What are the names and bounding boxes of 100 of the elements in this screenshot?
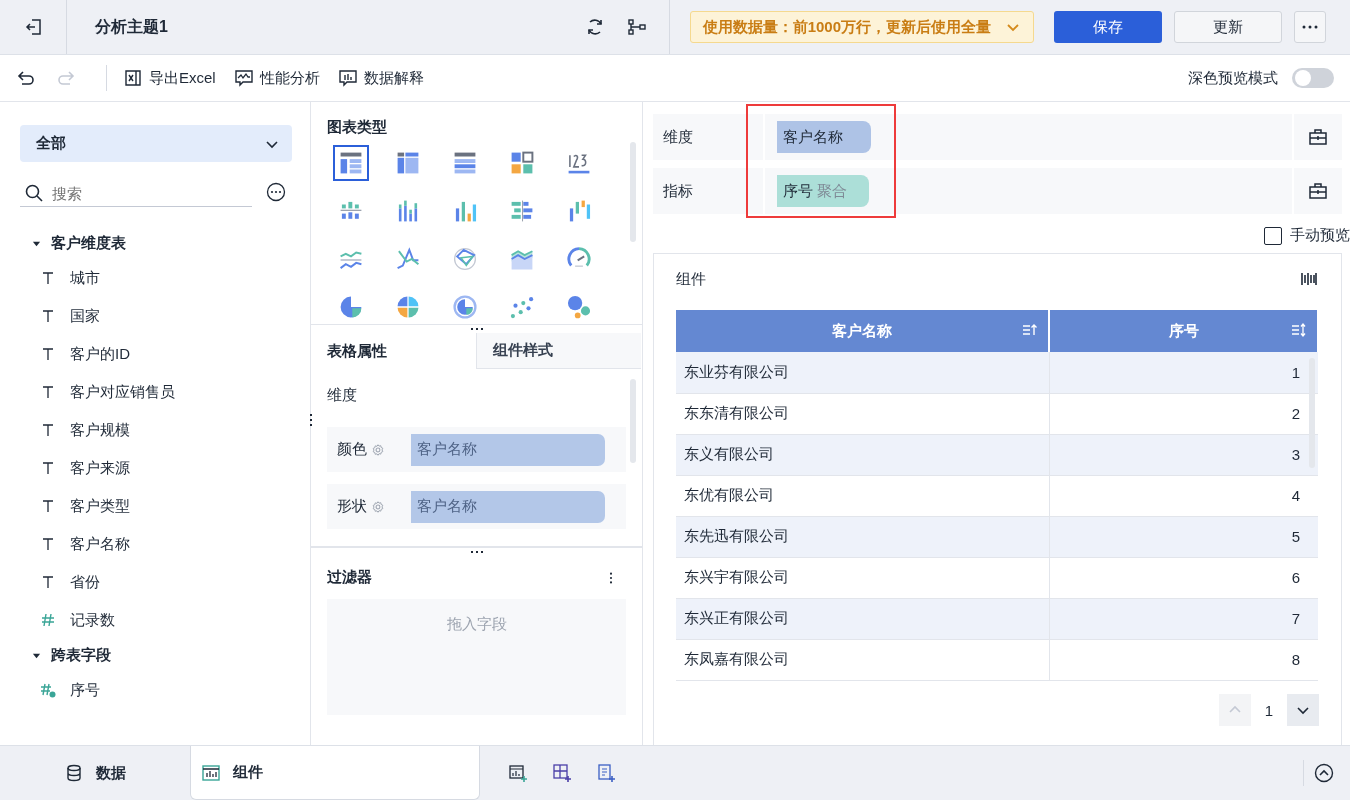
shelf-label: 指标 (663, 181, 694, 201)
add-chart-icon[interactable] (508, 763, 528, 783)
chart-type-heading: 图表类型 (327, 118, 388, 137)
table-cell: 东业芬有限公司 (676, 352, 1049, 393)
resize-handle[interactable] (310, 414, 312, 426)
table-cell: 5 (1049, 516, 1318, 557)
collapse-icon[interactable] (1314, 763, 1334, 783)
page-number: 1 (1264, 701, 1273, 719)
table-cell: 东兴宇有限公司 (676, 557, 1049, 598)
sort-icon[interactable] (1022, 322, 1038, 338)
field-item[interactable]: 客户来源 (20, 449, 310, 487)
table-cell: 3 (1049, 434, 1318, 475)
data-tab[interactable]: 数据 (0, 746, 190, 800)
data-explain-button[interactable]: 数据解释 (337, 68, 424, 88)
table-cell: 东凤嘉有限公司 (676, 639, 1049, 680)
ellipsis-icon (1302, 25, 1318, 29)
excel-icon (123, 68, 143, 88)
shelf-label: 维度 (663, 127, 694, 147)
table-cell: 东优有限公司 (676, 475, 1049, 516)
property-label: 颜色 (337, 440, 367, 459)
chart-type-icon (452, 150, 478, 176)
component-title: 组件 (676, 269, 706, 289)
field-item[interactable]: 客户名称 (20, 525, 310, 563)
update-button[interactable]: 更新 (1174, 11, 1282, 43)
number-type-icon (40, 612, 56, 628)
manual-preview-checkbox[interactable]: 手动预览 (1264, 226, 1350, 245)
chart-type-icon (338, 150, 364, 176)
sort-icon[interactable] (1291, 322, 1307, 338)
table-cell: 6 (1049, 557, 1318, 598)
property-label: 形状 (337, 497, 367, 516)
text-type-icon (40, 308, 56, 324)
chart-type-icon (509, 150, 535, 176)
more-button[interactable] (1294, 11, 1326, 43)
text-type-icon (40, 498, 56, 514)
calculated-field-icon (40, 682, 56, 698)
text-type-icon (40, 460, 56, 476)
bar-chart-icon (337, 68, 358, 88)
table-dropdown[interactable]: 全部 (20, 125, 292, 162)
settings-icon[interactable] (371, 442, 385, 457)
table-group[interactable]: 客户维度表 (20, 227, 310, 259)
briefcase-icon[interactable] (1308, 127, 1328, 147)
export-excel-button[interactable]: 导出Excel (123, 68, 216, 88)
text-type-icon (40, 346, 56, 362)
analysis-title: 分析主题1 (95, 16, 168, 37)
briefcase-icon[interactable] (1308, 181, 1328, 201)
resize-handle[interactable] (311, 547, 642, 556)
chart-type-icon (452, 246, 478, 272)
field-drop-slot[interactable]: 客户名称 (411, 490, 605, 523)
chart-type-icon (338, 294, 364, 320)
dark-preview-label: 深色预览模式 (1188, 68, 1278, 88)
field-item[interactable]: 客户规模 (20, 411, 310, 449)
more-icon[interactable] (266, 181, 286, 202)
table-cell: 东先迅有限公司 (676, 516, 1049, 557)
field-drop-slot[interactable]: 客户名称 (411, 433, 605, 466)
search-icon[interactable] (24, 183, 44, 203)
field-item[interactable]: 城市 (20, 259, 310, 297)
chart-type-icon (395, 246, 421, 272)
table-cell: 东兴正有限公司 (676, 598, 1049, 639)
field-item[interactable]: 省份 (20, 563, 310, 601)
field-item[interactable]: 国家 (20, 297, 310, 335)
line-chart-icon (233, 68, 254, 88)
table-cell: 1 (1049, 352, 1318, 393)
field-item[interactable]: 序号 (20, 671, 310, 709)
table-cell: 7 (1049, 598, 1318, 639)
lineage-icon[interactable] (626, 17, 647, 37)
text-type-icon (40, 536, 56, 552)
table-group[interactable]: 跨表字段 (20, 639, 310, 671)
text-type-icon (40, 574, 56, 590)
performance-analysis-button[interactable]: 性能分析 (233, 68, 320, 88)
text-type-icon (40, 422, 56, 438)
save-button[interactable]: 保存 (1054, 11, 1162, 43)
filter-heading: 过滤器 (327, 568, 372, 587)
next-page-button[interactable] (1287, 694, 1319, 726)
settings-icon[interactable] (371, 499, 385, 514)
search-field[interactable]: 搜索 (52, 180, 232, 206)
text-type-icon (40, 384, 56, 400)
table-cell: 4 (1049, 475, 1318, 516)
property-tab[interactable]: 组件样式 (476, 333, 641, 369)
column-header[interactable]: 序号 (1049, 310, 1318, 352)
chart-type-option[interactable] (333, 145, 369, 181)
field-item[interactable]: 客户类型 (20, 487, 310, 525)
field-item[interactable]: 客户的ID (20, 335, 310, 373)
chart-type-icon (395, 150, 421, 176)
field-item[interactable]: 记录数 (20, 601, 310, 639)
bar-chart-icon (201, 762, 221, 783)
exit-icon[interactable] (24, 17, 44, 37)
dark-preview-toggle[interactable] (1292, 68, 1334, 88)
field-pill[interactable]: 序号 聚合 (777, 175, 870, 207)
more-icon[interactable] (608, 570, 614, 585)
field-pill[interactable]: 客户名称 (777, 121, 871, 153)
table-cell: 8 (1049, 639, 1318, 680)
column-header[interactable]: 客户名称 (676, 310, 1049, 352)
add-text-icon[interactable] (596, 763, 616, 783)
database-icon (64, 763, 84, 783)
field-item[interactable]: 客户对应销售员 (20, 373, 310, 411)
chart-type-icon (509, 198, 535, 224)
undo-icon[interactable] (16, 68, 36, 88)
component-tab[interactable]: 组件 (190, 746, 480, 800)
add-layout-icon[interactable] (552, 763, 572, 783)
text-type-icon (40, 270, 56, 286)
